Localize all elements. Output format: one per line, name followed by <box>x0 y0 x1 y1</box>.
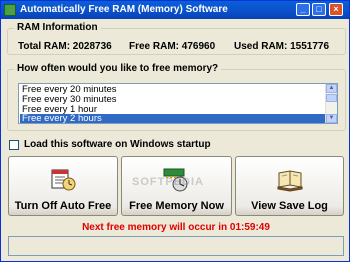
softpedia-watermark: SOFTPEDIA <box>132 176 204 188</box>
turn-off-auto-free-label: Turn Off Auto Free <box>14 200 112 212</box>
free-ram-label: Free RAM: 476960 <box>129 41 216 52</box>
close-button[interactable]: × <box>329 3 343 16</box>
status-panel <box>8 236 344 256</box>
app-window: Automatically Free RAM (Memory) Software… <box>0 0 350 262</box>
window-title: Automatically Free RAM (Memory) Software <box>20 4 228 15</box>
scroll-thumb[interactable] <box>326 94 337 102</box>
frequency-legend: How often would you like to free memory? <box>14 63 222 74</box>
startup-checkbox[interactable] <box>9 140 19 150</box>
ram-information-legend: RAM Information <box>14 22 101 33</box>
open-book-icon <box>277 170 302 192</box>
view-save-log-button[interactable]: View Save Log <box>235 156 344 216</box>
turn-off-auto-free-button[interactable]: Turn Off Auto Free <box>8 156 118 216</box>
list-item-selected[interactable]: Free every 2 hours <box>20 114 328 123</box>
view-save-log-label: View Save Log <box>251 200 328 212</box>
ram-information-group: RAM Information Total RAM: 2028736 Free … <box>7 22 346 55</box>
minimize-button[interactable]: _ <box>296 3 310 16</box>
used-ram-label: Used RAM: 1551776 <box>234 41 330 52</box>
scroll-down-icon[interactable]: ▼ <box>326 114 337 123</box>
title-bar[interactable]: Automatically Free RAM (Memory) Software… <box>1 1 349 19</box>
maximize-button[interactable]: □ <box>312 3 326 16</box>
free-memory-now-label: Free Memory Now <box>129 200 224 212</box>
calendar-clock-icon <box>51 169 76 191</box>
startup-label[interactable]: Load this software on Windows startup <box>24 139 211 150</box>
next-free-status: Next free memory will occur in 01:59:49 <box>82 222 270 233</box>
total-ram-label: Total RAM: 2028736 <box>18 41 112 52</box>
frequency-group: How often would you like to free memory?… <box>7 63 346 131</box>
app-icon <box>4 4 16 16</box>
listbox-scrollbar[interactable]: ▲ ▼ <box>325 84 337 123</box>
frequency-listbox[interactable]: Free every 20 minutes Free every 30 minu… <box>18 83 338 124</box>
scroll-up-icon[interactable]: ▲ <box>326 84 337 93</box>
